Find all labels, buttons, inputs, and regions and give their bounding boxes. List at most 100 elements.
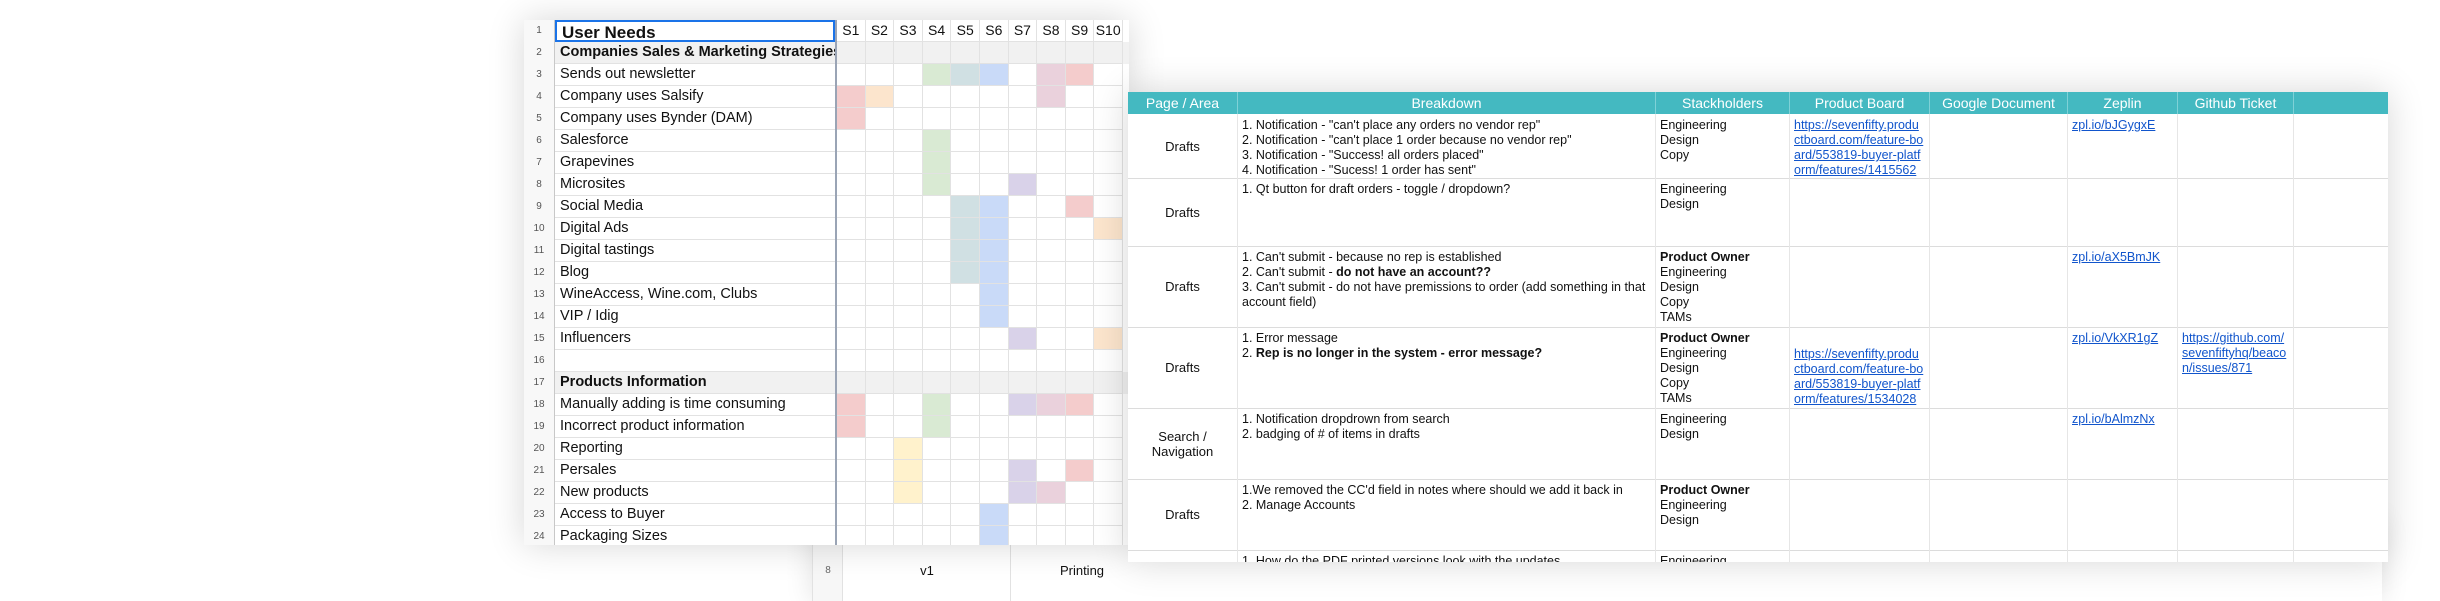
stage-cell[interactable] — [980, 504, 1009, 526]
stage-cell[interactable] — [865, 372, 895, 394]
stage-cell[interactable] — [951, 284, 980, 306]
stage-cell[interactable] — [837, 350, 866, 372]
version-cell[interactable]: v1 — [842, 539, 1011, 601]
breakdown-cell[interactable]: 1.We removed the CC'd field in notes whe… — [1238, 479, 1656, 550]
stage-cell[interactable] — [865, 196, 895, 218]
stage-cell[interactable] — [1094, 460, 1123, 482]
stage-cell[interactable] — [1094, 504, 1123, 526]
stage-cell[interactable] — [1008, 438, 1038, 460]
stage-cell[interactable] — [980, 372, 1009, 394]
area-cell[interactable]: Drafts — [1128, 178, 1238, 246]
stage-cell[interactable] — [865, 284, 895, 306]
stage-cell[interactable] — [837, 306, 866, 328]
stage-cell[interactable] — [1037, 86, 1066, 108]
stage-cell[interactable] — [837, 86, 866, 108]
stakeholders-cell[interactable]: EngineeringDesign — [1656, 178, 1790, 246]
column-header-github-ticket[interactable]: Github Ticket — [2178, 92, 2294, 114]
need-label[interactable]: VIP / Idig — [555, 306, 835, 328]
need-label[interactable]: Microsites — [555, 174, 835, 196]
stage-cell[interactable] — [922, 306, 952, 328]
stage-cell[interactable] — [894, 482, 923, 504]
stage-cell[interactable] — [922, 372, 952, 394]
stage-cell[interactable] — [894, 284, 923, 306]
google-document-cell[interactable] — [1930, 327, 2068, 408]
stage-cell[interactable] — [1008, 64, 1038, 86]
github-ticket-cell[interactable] — [2178, 550, 2294, 562]
stage-cell[interactable] — [1037, 526, 1066, 545]
stage-cell[interactable] — [1008, 218, 1038, 240]
stage-cell[interactable] — [1037, 504, 1066, 526]
need-label[interactable]: New products — [555, 482, 835, 504]
stage-cell[interactable] — [837, 130, 866, 152]
stakeholders-cell[interactable]: EngineeringDesign — [1656, 550, 1790, 562]
stage-cell[interactable] — [980, 108, 1009, 130]
stage-cell[interactable] — [837, 218, 866, 240]
stage-cell[interactable] — [922, 108, 952, 130]
zeplin-cell[interactable]: zpl.io/aX5BmJK — [2068, 246, 2178, 327]
product-board-link[interactable]: https://sevenfifty.productboard.com/feat… — [1794, 347, 1923, 406]
stage-cell[interactable] — [1065, 64, 1095, 86]
stage-cell[interactable] — [1094, 372, 1123, 394]
stage-cell[interactable] — [922, 174, 952, 196]
stage-cell[interactable] — [951, 526, 980, 545]
need-label[interactable]: Social Media — [555, 196, 835, 218]
stage-cell[interactable] — [865, 218, 895, 240]
stage-cell[interactable] — [865, 130, 895, 152]
need-label[interactable]: Packaging Sizes — [555, 526, 835, 545]
stage-cell[interactable] — [1065, 196, 1095, 218]
stage-cell[interactable] — [922, 482, 952, 504]
stage-cell[interactable] — [951, 416, 980, 438]
stage-cell[interactable] — [894, 64, 923, 86]
stage-cell[interactable] — [894, 350, 923, 372]
github-ticket-cell[interactable] — [2178, 408, 2294, 479]
stage-cell[interactable] — [1065, 350, 1095, 372]
zeplin-link[interactable]: zpl.io/bAlmzNx — [2072, 412, 2155, 426]
need-label[interactable]: Reporting — [555, 438, 835, 460]
stage-cell[interactable] — [1037, 306, 1066, 328]
stage-cell[interactable] — [951, 108, 980, 130]
stage-cell[interactable] — [922, 196, 952, 218]
stage-cell[interactable] — [980, 482, 1009, 504]
stage-cell[interactable] — [837, 240, 866, 262]
stage-cell[interactable] — [922, 504, 952, 526]
stage-cell[interactable] — [1008, 240, 1038, 262]
stage-cell[interactable] — [1009, 526, 1038, 545]
stage-cell[interactable] — [865, 416, 895, 438]
need-label[interactable]: Access to Buyer — [555, 504, 835, 526]
stage-cell[interactable] — [1094, 416, 1123, 438]
stage-cell[interactable] — [1008, 394, 1038, 416]
github-ticket-link[interactable]: https://github.com/sevenfiftyhq/beacon/i… — [2182, 331, 2286, 375]
stage-cell[interactable] — [1065, 108, 1095, 130]
stage-cell[interactable] — [1037, 394, 1066, 416]
stage-cell[interactable] — [894, 152, 923, 174]
stage-cell[interactable] — [837, 460, 866, 482]
stage-cell[interactable] — [894, 86, 923, 108]
stage-cell[interactable] — [980, 350, 1009, 372]
stage-cell[interactable] — [1008, 372, 1038, 394]
google-document-cell[interactable] — [1930, 178, 2068, 246]
stage-cell[interactable] — [1008, 482, 1038, 504]
stage-cell[interactable] — [837, 328, 866, 350]
need-label[interactable]: WineAccess, Wine.com, Clubs — [555, 284, 835, 306]
stage-cell[interactable] — [1037, 152, 1066, 174]
stage-cell[interactable] — [1037, 482, 1066, 504]
stage-cell[interactable] — [1065, 174, 1095, 196]
stage-cell[interactable] — [980, 262, 1009, 284]
stage-cell[interactable] — [1065, 328, 1095, 350]
stage-cell[interactable] — [1094, 328, 1123, 350]
stage-cell[interactable] — [865, 152, 895, 174]
stage-cell[interactable] — [980, 416, 1009, 438]
product-board-cell[interactable] — [1790, 408, 1930, 479]
google-document-cell[interactable] — [1930, 408, 2068, 479]
stage-cell[interactable] — [837, 64, 866, 86]
stage-cell[interactable] — [894, 218, 923, 240]
stage-cell[interactable] — [1094, 482, 1123, 504]
stage-cell[interactable] — [1094, 350, 1123, 372]
stage-column-header[interactable]: S3 — [894, 20, 923, 42]
stage-cell[interactable] — [951, 174, 980, 196]
stage-cell[interactable] — [951, 306, 980, 328]
stage-cell[interactable] — [865, 328, 895, 350]
google-document-cell[interactable] — [1930, 114, 2068, 178]
stage-cell[interactable] — [951, 482, 980, 504]
stage-cell[interactable] — [1008, 350, 1038, 372]
